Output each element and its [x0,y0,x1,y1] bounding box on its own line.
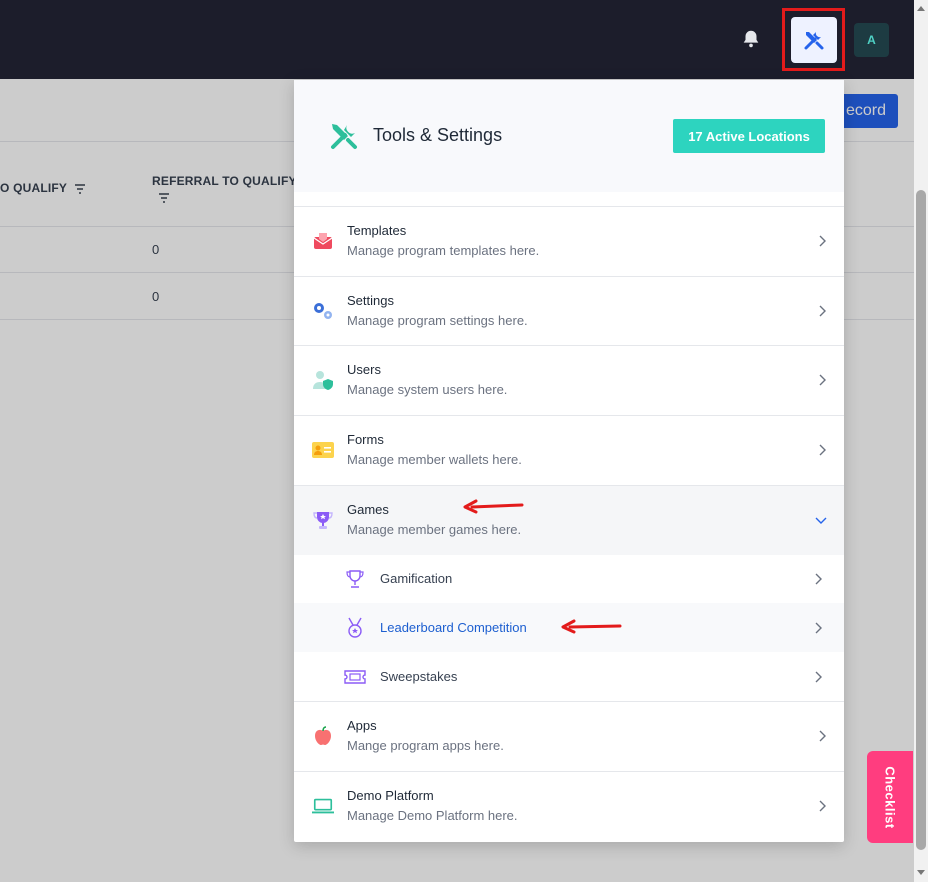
tools-icon [804,32,824,50]
medal-icon [348,617,362,638]
chevron-right-icon [819,730,826,742]
tools-settings-button[interactable] [791,17,837,63]
tools-icon [331,124,357,149]
avatar[interactable]: A [854,23,889,57]
menu-item-forms[interactable]: Forms Manage member wallets here. [294,415,844,485]
trophy-icon [313,512,333,529]
chevron-right-icon [819,444,826,456]
ticket-icon [344,670,366,684]
menu-item-demo-platform[interactable]: Demo Platform Manage Demo Platform here. [294,771,844,841]
sub-item-gamification[interactable]: Gamification [294,554,844,603]
scroll-down-icon[interactable] [917,870,925,875]
menu-item-games[interactable]: Games Manage member games here. [294,485,844,555]
tools-settings-panel: Tools & Settings 17 Active Locations Tem… [294,80,844,842]
menu-item-users[interactable]: Users Manage system users here. [294,345,844,415]
chevron-right-icon [815,622,822,634]
chevron-right-icon [819,800,826,812]
menu-item-templates[interactable]: Templates Manage program templates here. [294,206,844,276]
chevron-down-icon [815,517,827,524]
sub-item-sweepstakes[interactable]: Sweepstakes [294,652,844,701]
scroll-up-icon[interactable] [917,6,925,11]
chevron-right-icon [819,235,826,247]
active-locations-button[interactable]: 17 Active Locations [673,119,825,153]
scrollbar-thumb[interactable] [916,190,926,850]
panel-title: Tools & Settings [373,125,503,145]
menu-item-apps[interactable]: Apps Mange program apps here. [294,701,844,771]
gears-icon [314,303,332,319]
menu-item-settings[interactable]: Settings Manage program settings here. [294,276,844,346]
chevron-right-icon [815,573,822,585]
annotation-arrow-icon [463,499,524,514]
laptop-icon [312,798,334,814]
chevron-right-icon [815,671,822,683]
trophy-outline-icon [346,570,364,588]
user-shield-icon [313,371,333,390]
bell-icon[interactable] [740,28,762,50]
checklist-tab[interactable]: Checklist [867,751,913,843]
chevron-right-icon [819,305,826,317]
id-card-icon [312,442,334,458]
apple-icon [315,726,331,745]
chevron-right-icon [819,374,826,386]
annotation-arrow-icon [561,619,622,634]
panel-header: Tools & Settings 17 Active Locations [294,80,844,192]
top-navbar: A [0,0,914,79]
envelope-icon [313,233,333,249]
